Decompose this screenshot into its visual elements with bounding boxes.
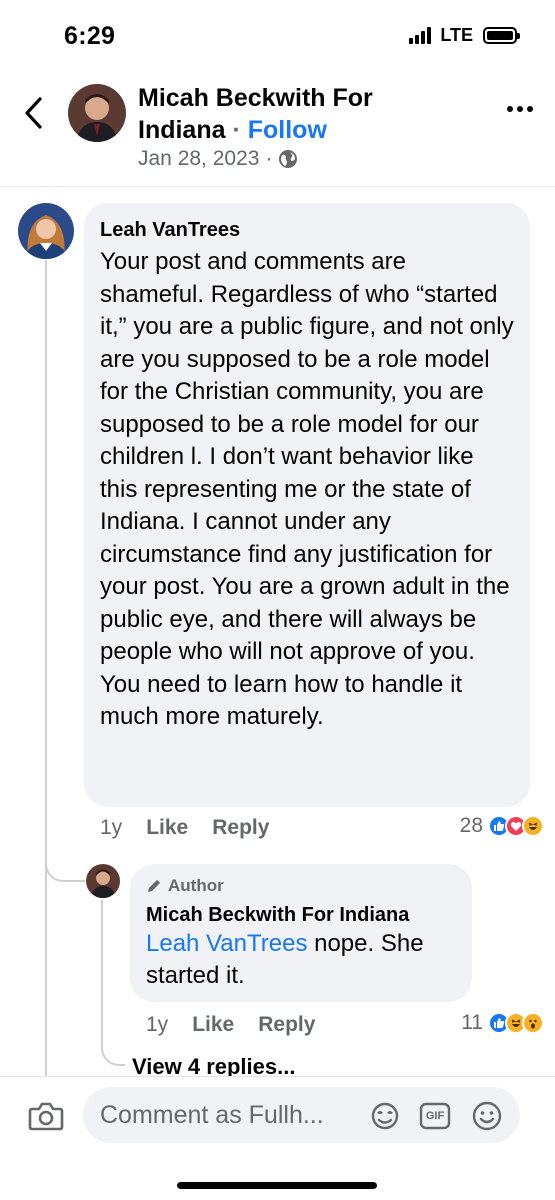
reply-reactions[interactable]: 11 (461, 1011, 544, 1035)
camera-button[interactable] (28, 1101, 64, 1131)
more-options-button[interactable] (507, 106, 533, 112)
comment-reactions[interactable]: 28 (460, 814, 544, 838)
comment-composer: GIF (0, 1076, 555, 1200)
meta-separator: · (265, 147, 273, 170)
reply-text: Leah VanTrees nope. She started it. (146, 928, 456, 992)
pencil-icon (148, 880, 160, 892)
camera-icon (28, 1102, 64, 1131)
commenter-avatar[interactable] (18, 203, 74, 259)
avatar-sticker-icon (371, 1102, 399, 1130)
more-horizontal-icon (507, 106, 513, 112)
gif-button[interactable]: GIF (419, 1100, 451, 1132)
cellular-signal-icon (409, 27, 432, 44)
page-avatar[interactable] (68, 84, 126, 142)
comment-actions: 1y Like Reply (100, 816, 269, 840)
thread-connector-view-replies (101, 1030, 125, 1066)
author-badge: Author (146, 875, 456, 897)
author-badge-label: Author (168, 876, 224, 895)
comment-author[interactable]: Leah VanTrees (100, 217, 514, 243)
reply-like-button[interactable]: Like (192, 1013, 234, 1037)
reply-bubble: Author Micah Beckwith For Indiana Leah V… (130, 864, 472, 1002)
back-button[interactable] (20, 96, 48, 130)
name-separator: · (232, 116, 241, 144)
reply-button[interactable]: Reply (212, 816, 269, 840)
gif-label: GIF (425, 1110, 445, 1122)
status-bar: 6:29 LTE (0, 0, 555, 70)
reply-time[interactable]: 1y (146, 1013, 168, 1037)
mention-link[interactable]: Leah VanTrees (146, 930, 307, 957)
thread-line-main (45, 260, 47, 1076)
like-button[interactable]: Like (146, 816, 188, 840)
reply-reply-button[interactable]: Reply (258, 1013, 315, 1037)
comment-text: Your post and comments are shameful. Reg… (100, 248, 514, 730)
chevron-left-icon (25, 97, 42, 129)
emoji-icon (472, 1101, 502, 1131)
reply-author[interactable]: Micah Beckwith For Indiana (146, 902, 456, 928)
reply-actions: 1y Like Reply (146, 1013, 315, 1037)
post-meta: Jan 28, 2023 · (138, 147, 298, 171)
thread-connector-reply (45, 858, 85, 882)
emoji-button[interactable] (471, 1100, 503, 1132)
post-date[interactable]: Jan 28, 2023 (138, 147, 259, 171)
reply-avatar[interactable] (86, 864, 120, 898)
reaction-count: 28 (459, 814, 483, 837)
comment-time[interactable]: 1y (100, 816, 122, 840)
network-type: LTE (440, 25, 473, 45)
page-name[interactable]: Micah Beckwith For Indiana · Follow (138, 82, 438, 146)
reply-reaction-count: 11 (461, 1011, 483, 1034)
comment-input[interactable] (83, 1087, 520, 1143)
avatar-sticker-button[interactable] (369, 1100, 401, 1132)
status-indicators: LTE (409, 25, 520, 46)
page-name-line1[interactable]: Micah Beckwith For (138, 84, 373, 112)
page-name-line2[interactable]: Indiana (138, 116, 226, 144)
home-indicator (177, 1182, 377, 1189)
follow-button[interactable]: Follow (248, 116, 327, 144)
haha-reaction-icon (522, 815, 544, 837)
post-header: Micah Beckwith For Indiana · Follow Jan … (0, 70, 555, 186)
status-time: 6:29 (64, 22, 116, 50)
battery-icon (483, 27, 520, 44)
thread-line-reply (101, 900, 103, 1040)
header-divider (0, 186, 555, 187)
wow-reaction-icon (522, 1012, 544, 1034)
globe-icon (279, 150, 298, 168)
comment-bubble: Leah VanTrees Your post and comments are… (84, 203, 530, 807)
